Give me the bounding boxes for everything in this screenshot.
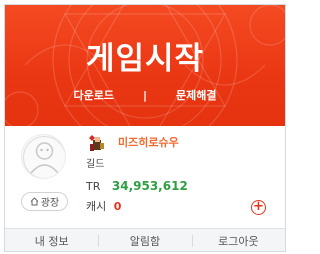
profile-panel: 광장 미즈히로슈우 길드 TR 34,953,612 캐시 0 + [5, 126, 285, 228]
troubleshoot-link[interactable]: 문제해결 [176, 87, 216, 103]
cash-label: 캐시 [86, 200, 107, 213]
avatar[interactable] [21, 134, 66, 179]
my-info-menu-item[interactable]: 내 정보 [5, 229, 98, 251]
cash-value: 0 [113, 200, 122, 213]
charge-cash-button[interactable]: + [251, 200, 266, 215]
cash-row: 캐시 0 [86, 198, 121, 214]
bottom-menu: 내 정보 알림함 로그아웃 [5, 228, 285, 251]
banner-links: 다운로드 | 문제해결 [5, 87, 285, 103]
account-widget: 게임시작 다운로드 | 문제해결 광장 미즈히로슈우 길드 TR 34,953,… [4, 4, 286, 252]
tr-label: TR [86, 180, 101, 193]
tr-row: TR 34,953,612 [86, 179, 188, 193]
tr-value: 34,953,612 [111, 179, 188, 193]
home-icon [30, 197, 39, 206]
game-start-title[interactable]: 게임시작 [5, 33, 285, 78]
character-icon [86, 134, 106, 152]
game-start-banner[interactable]: 게임시작 다운로드 | 문제해결 [5, 5, 285, 126]
link-separator: | [142, 88, 148, 102]
logout-menu-item[interactable]: 로그아웃 [191, 229, 285, 251]
plaza-button[interactable]: 광장 [21, 192, 68, 211]
plaza-label: 광장 [40, 198, 60, 209]
guild-label: 길드 [86, 159, 105, 170]
character-name[interactable]: 미즈히로슈우 [118, 134, 179, 150]
avatar-icon [23, 136, 65, 178]
notifications-menu-item[interactable]: 알림함 [98, 229, 191, 251]
download-link[interactable]: 다운로드 [74, 87, 114, 103]
